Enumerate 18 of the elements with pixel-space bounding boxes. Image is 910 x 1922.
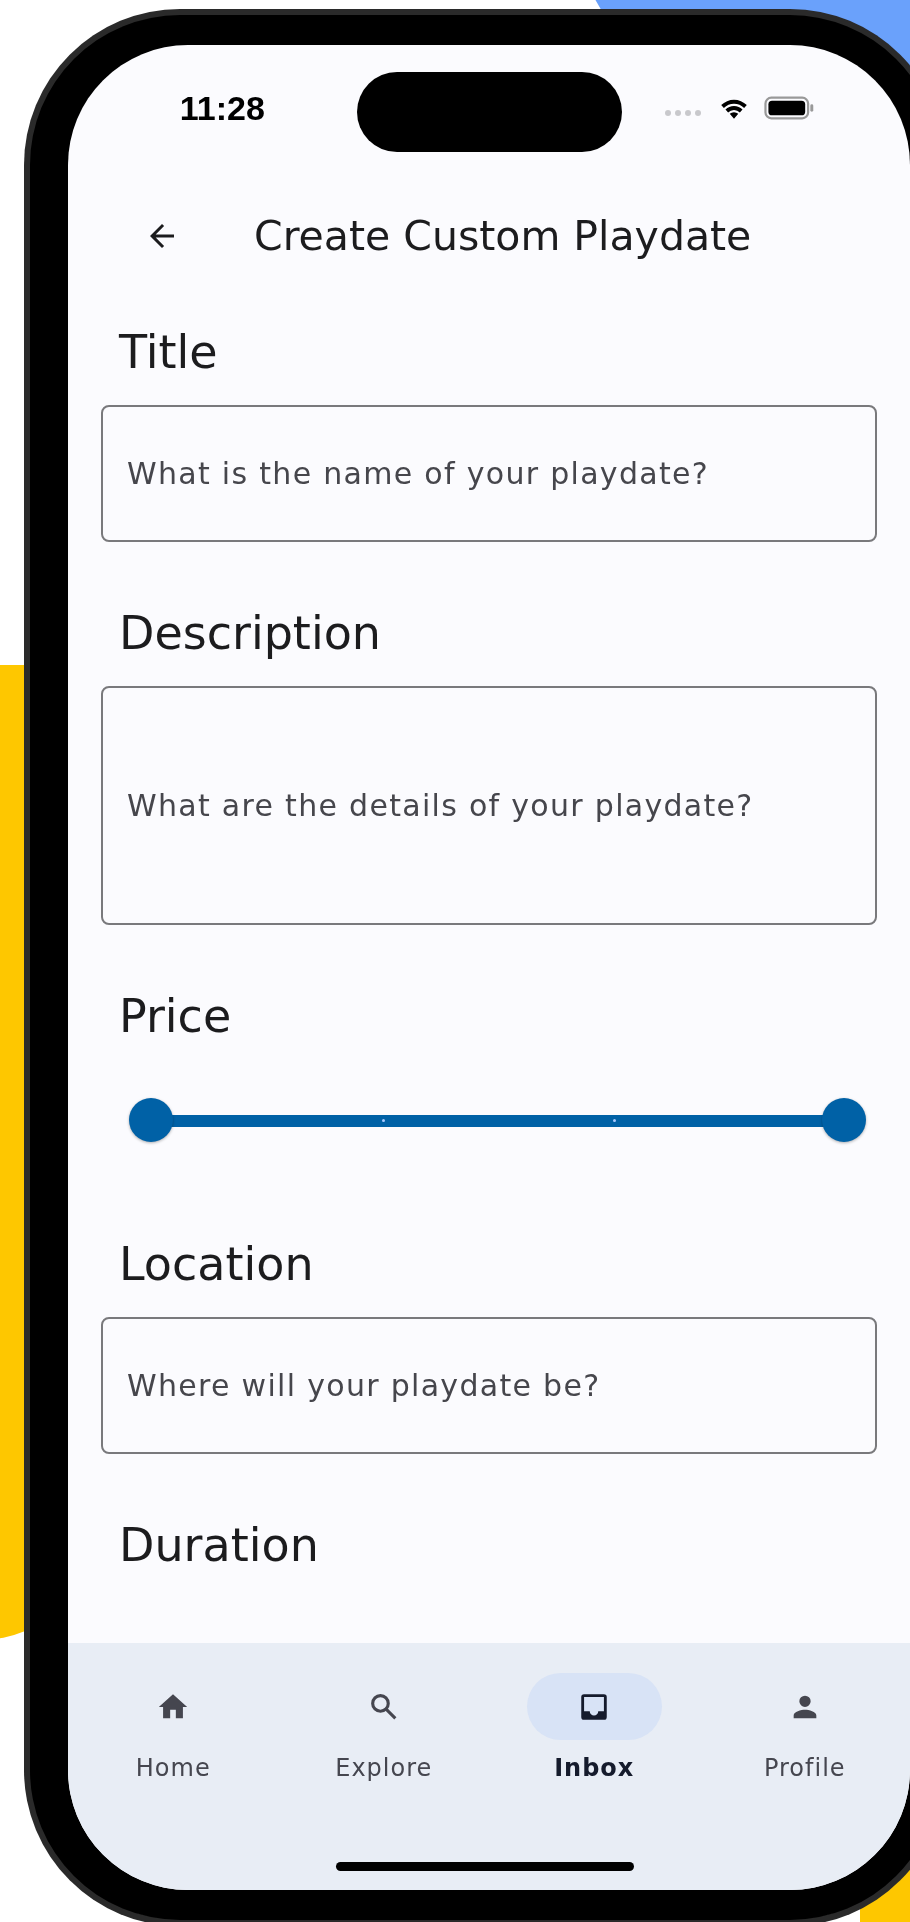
field-label: Location bbox=[119, 1239, 314, 1289]
field-label: Title bbox=[119, 327, 218, 377]
nav-tab[interactable]: Explore bbox=[278, 1673, 489, 1782]
slider-thumb[interactable] bbox=[822, 1098, 866, 1142]
nav-tab[interactable]: Home bbox=[68, 1673, 279, 1782]
field-label: Price bbox=[119, 991, 232, 1041]
slider-thumb[interactable] bbox=[129, 1098, 173, 1142]
input-field[interactable]: What are the details of your playdate? bbox=[101, 686, 877, 925]
page-title: Create Custom Playdate bbox=[254, 212, 752, 260]
battery-icon bbox=[763, 96, 814, 120]
nav-tab[interactable]: Inbox bbox=[489, 1673, 700, 1782]
signal-icon bbox=[663, 109, 704, 117]
input-field[interactable]: What is the name of your playdate? bbox=[101, 405, 877, 542]
field-label: Description bbox=[119, 608, 381, 658]
status-time: 11:28 bbox=[179, 88, 265, 128]
field-label: Duration bbox=[119, 1520, 319, 1570]
nav-tab[interactable]: Profile bbox=[699, 1673, 910, 1782]
input-field[interactable]: Where will your playdate be? bbox=[101, 1317, 877, 1454]
